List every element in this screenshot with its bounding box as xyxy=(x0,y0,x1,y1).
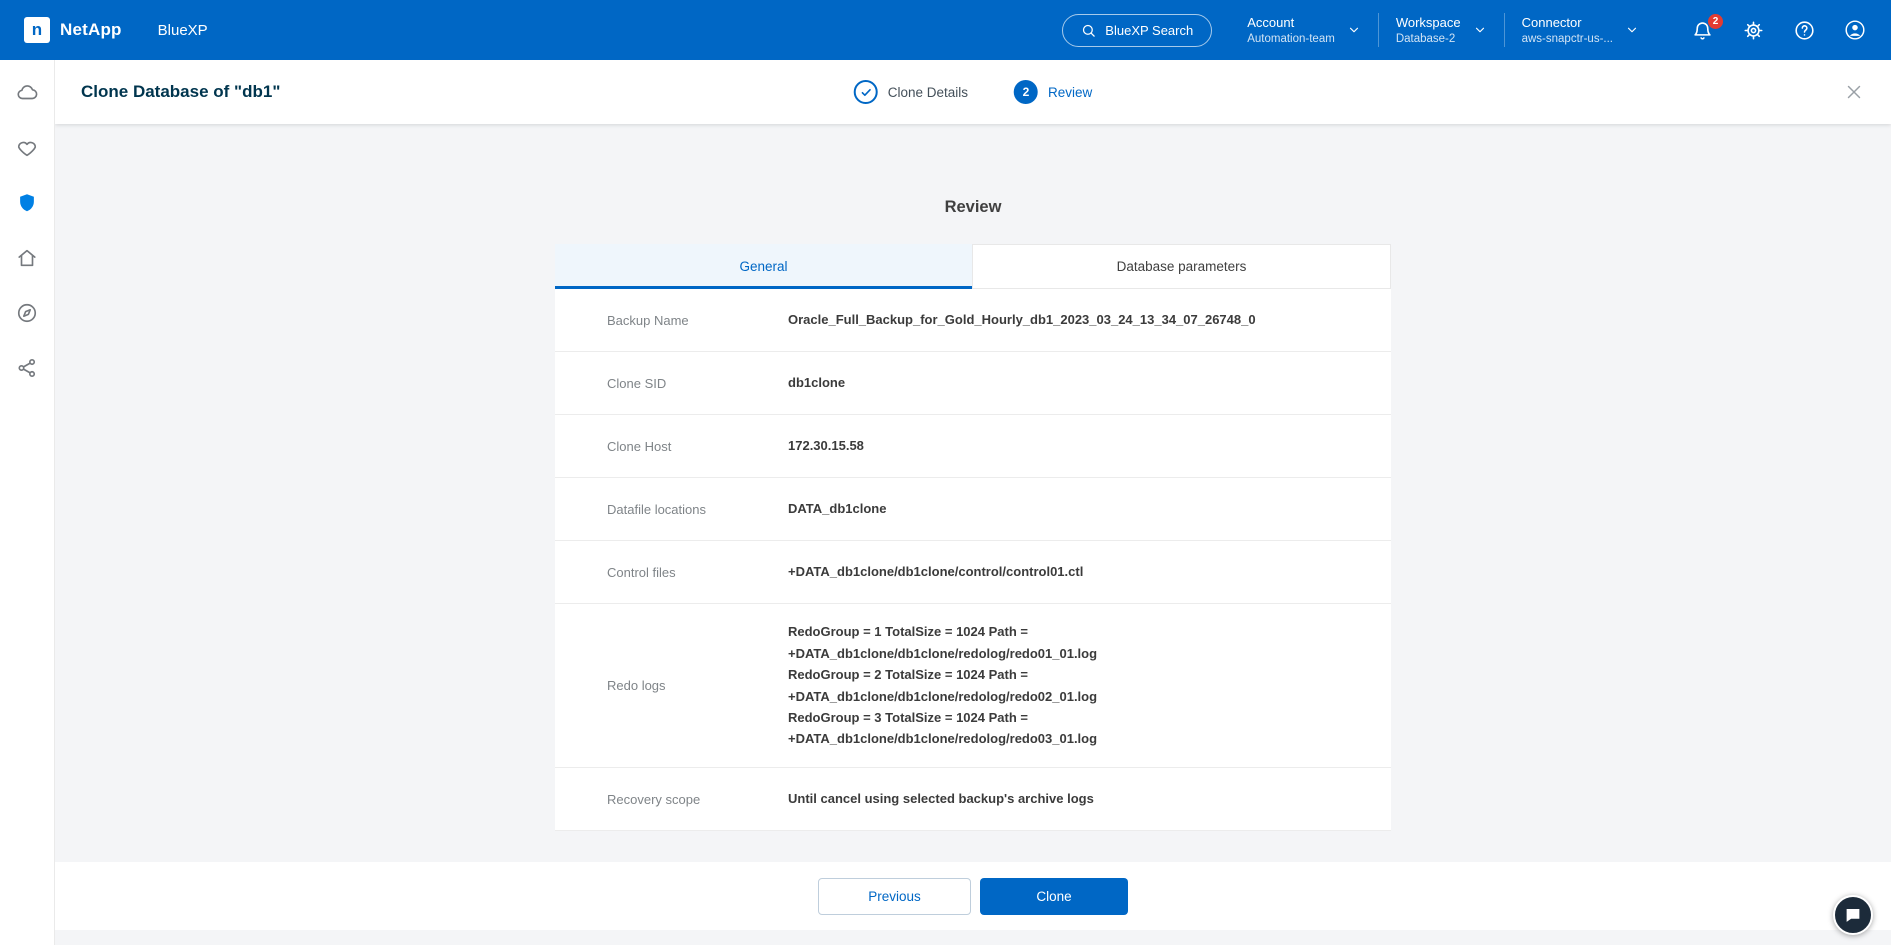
home-icon xyxy=(16,247,38,269)
workspace-menu-value: Database-2 xyxy=(1396,33,1461,45)
review-panel: General Database parameters Backup Name … xyxy=(555,244,1391,831)
table-row: Clone SID db1clone xyxy=(555,352,1391,415)
step-done-circle xyxy=(854,80,878,104)
close-icon xyxy=(1843,81,1865,103)
wizard-content: Review General Database parameters Backu… xyxy=(55,124,1891,862)
row-value: 172.30.15.58 xyxy=(788,435,884,456)
row-value: RedoGroup = 1 TotalSize = 1024 Path = +D… xyxy=(788,621,1117,750)
row-value: db1clone xyxy=(788,372,865,393)
tab-general[interactable]: General xyxy=(555,244,972,289)
product-name: BlueXP xyxy=(158,22,208,39)
row-value: Oracle_Full_Backup_for_Gold_Hourly_db1_2… xyxy=(788,309,1276,330)
topbar-right-controls: BlueXP Search Account Automation-team Wo… xyxy=(1062,13,1867,47)
row-label: Backup Name xyxy=(607,313,788,328)
connector-menu-label: Connector xyxy=(1522,15,1613,31)
chevron-down-icon xyxy=(1625,23,1639,37)
account-menu[interactable]: Account Automation-team xyxy=(1230,15,1378,46)
row-value: +DATA_db1clone/db1clone/control/control0… xyxy=(788,561,1103,582)
step-label: Review xyxy=(1048,85,1092,100)
sidebar-item-explorer[interactable] xyxy=(16,302,38,324)
share-nodes-icon xyxy=(16,357,38,379)
gear-icon xyxy=(1743,20,1764,41)
brand-name: NetApp xyxy=(60,20,122,40)
sidebar-item-health[interactable] xyxy=(16,137,38,159)
wizard-stepper: Clone Details 2 Review xyxy=(854,60,1093,124)
table-row: Recovery scope Until cancel using select… xyxy=(555,768,1391,831)
check-icon xyxy=(859,86,872,99)
sidebar-item-storage[interactable] xyxy=(16,82,38,104)
help-button[interactable] xyxy=(1792,20,1816,41)
row-label: Clone SID xyxy=(607,376,788,391)
compass-icon xyxy=(16,302,38,324)
notification-badge: 2 xyxy=(1708,14,1723,29)
row-label: Recovery scope xyxy=(607,792,788,807)
settings-button[interactable] xyxy=(1741,20,1765,41)
step-number-circle: 2 xyxy=(1014,80,1038,104)
clone-button[interactable]: Clone xyxy=(980,878,1128,915)
table-row: Datafile locations DATA_db1clone xyxy=(555,478,1391,541)
connector-menu-value: aws-snapctr-us-... xyxy=(1522,33,1613,45)
table-row: Backup Name Oracle_Full_Backup_for_Gold_… xyxy=(555,289,1391,352)
main-area: Clone Database of "db1" Clone Details 2 … xyxy=(55,60,1891,945)
review-heading: Review xyxy=(55,198,1891,217)
netapp-logo: n xyxy=(24,17,50,43)
row-value: Until cancel using selected backup's arc… xyxy=(788,788,1114,809)
close-wizard-button[interactable] xyxy=(1843,81,1865,103)
account-menu-label: Account xyxy=(1247,15,1335,31)
table-row: Clone Host 172.30.15.58 xyxy=(555,415,1391,478)
chat-bubble-icon xyxy=(1844,906,1862,924)
tab-database-parameters[interactable]: Database parameters xyxy=(972,244,1391,289)
chevron-down-icon xyxy=(1473,23,1487,37)
user-icon xyxy=(1844,19,1866,41)
netapp-logo-letter: n xyxy=(32,20,42,40)
connector-menu[interactable]: Connector aws-snapctr-us-... xyxy=(1505,15,1656,46)
step-label: Clone Details xyxy=(888,85,968,100)
step-review[interactable]: 2 Review xyxy=(1014,80,1092,104)
page-title: Clone Database of "db1" xyxy=(81,82,280,102)
workspace-menu[interactable]: Workspace Database-2 xyxy=(1379,15,1504,46)
sidebar-item-protection[interactable] xyxy=(16,192,38,214)
row-label: Datafile locations xyxy=(607,502,788,517)
chat-launcher-button[interactable] xyxy=(1833,895,1873,935)
search-icon xyxy=(1081,23,1096,38)
shield-icon xyxy=(16,192,38,214)
wizard-header: Clone Database of "db1" Clone Details 2 … xyxy=(55,60,1891,124)
table-row: Redo logs RedoGroup = 1 TotalSize = 1024… xyxy=(555,604,1391,768)
step-clone-details[interactable]: Clone Details xyxy=(854,80,968,104)
top-navigation-bar: n NetApp BlueXP BlueXP Search Account Au… xyxy=(0,0,1891,60)
cloud-icon xyxy=(16,82,38,104)
bluexp-search-button[interactable]: BlueXP Search xyxy=(1062,14,1212,47)
search-label: BlueXP Search xyxy=(1105,23,1193,38)
row-label: Clone Host xyxy=(607,439,788,454)
row-label: Control files xyxy=(607,565,788,580)
chevron-down-icon xyxy=(1347,23,1361,37)
row-label: Redo logs xyxy=(607,678,788,693)
left-sidebar xyxy=(0,60,55,945)
wizard-footer: Previous Clone xyxy=(55,862,1891,930)
sidebar-item-mobility[interactable] xyxy=(16,247,38,269)
account-menu-value: Automation-team xyxy=(1247,33,1335,45)
topbar-menus: Account Automation-team Workspace Databa… xyxy=(1230,13,1656,47)
table-row: Control files +DATA_db1clone/db1clone/co… xyxy=(555,541,1391,604)
help-icon xyxy=(1794,20,1815,41)
previous-button[interactable]: Previous xyxy=(818,878,971,915)
notifications-button[interactable]: 2 xyxy=(1690,20,1714,41)
bluexp-app: n NetApp BlueXP BlueXP Search Account Au… xyxy=(0,0,1891,945)
review-tabs: General Database parameters xyxy=(555,244,1391,289)
sidebar-item-extensions[interactable] xyxy=(16,357,38,379)
review-table: Backup Name Oracle_Full_Backup_for_Gold_… xyxy=(555,289,1391,831)
user-account-button[interactable] xyxy=(1843,19,1867,41)
row-value: DATA_db1clone xyxy=(788,498,906,519)
workspace-menu-label: Workspace xyxy=(1396,15,1461,31)
heart-icon xyxy=(16,137,38,159)
